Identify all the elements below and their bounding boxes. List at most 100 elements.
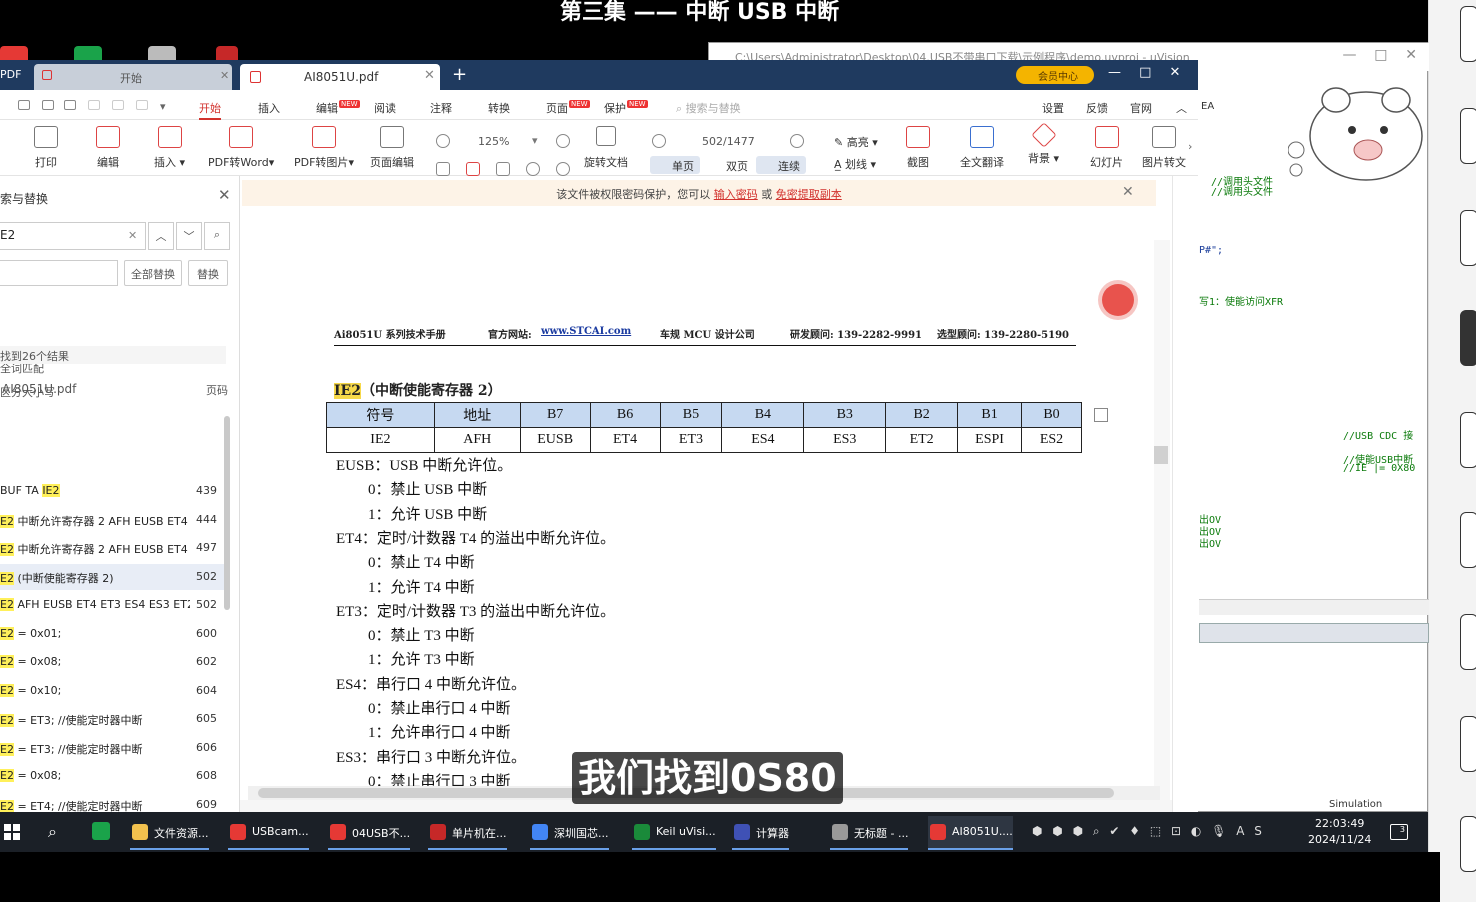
search-result-item[interactable]: E2 AFH EUSB ET4 ET3 ES4 ES3 ET2 502 [0,592,226,618]
search-result-item[interactable]: E2 = ET3; //使能定时器中断 605 [0,706,226,732]
pdf-to-image-button[interactable]: PDF转图片▾ [294,126,354,170]
uvision-window-controls[interactable]: — □ ✕ [1342,47,1417,63]
quick-access-dropdown-icon[interactable]: ▾ [160,100,166,113]
clear-search-icon[interactable]: ✕ [128,229,137,242]
fit-width-icon[interactable] [436,162,450,176]
close-icon[interactable]: ✕ [218,186,231,204]
menu-convert[interactable]: 转换 [488,100,510,116]
taskbar-app-button[interactable]: 深圳国芯... [530,816,609,850]
side-panel-item[interactable] [1460,6,1476,62]
search-result-item[interactable]: E2 = 0x08; 608 [0,763,226,789]
prev-result-chevron-up-icon[interactable]: ︿ [148,222,174,250]
undo-icon[interactable] [88,100,100,110]
save-icon[interactable] [42,100,54,110]
side-panel-item[interactable] [1460,512,1476,568]
menu-feedback[interactable]: 反馈 [1086,100,1108,116]
full-translate-button[interactable]: 全文翻译 [960,126,1004,170]
menu-edit[interactable]: 编辑 NEW [316,100,360,116]
vip-center-button[interactable]: 会员中心 [1016,66,1094,84]
search-input[interactable]: E2 [0,222,146,250]
enter-password-link[interactable]: 输入密码 [714,188,758,201]
extract-copy-link[interactable]: 免密提取副本 [776,188,842,201]
search-command-input[interactable]: ⌕ 搜索与替换 [676,100,741,116]
menu-website[interactable]: 官网 [1130,100,1152,116]
menu-protect[interactable]: 保护 NEW [604,100,648,116]
search-result-item[interactable]: E2 = 0x10; 604 [0,678,226,704]
single-page-view-button[interactable]: 单页 [650,156,700,174]
print-icon[interactable] [64,100,76,110]
side-panel-item[interactable] [1460,412,1476,468]
pdf-to-word-button[interactable]: PDF转Word▾ [208,126,274,170]
menu-start[interactable]: 开始 [199,100,221,120]
search-icon[interactable]: ⌕ [204,222,230,250]
tab-document[interactable]: AI8051U.pdf ✕ [240,64,440,90]
rotate-document-button[interactable]: 旋转文档 [584,126,628,170]
highlight-button[interactable]: ✎ 高亮 ▾ [834,134,878,150]
results-scrollbar[interactable] [224,416,230,610]
prev-page-icon[interactable] [652,134,666,148]
window-controls[interactable]: — □ ✕ [1108,65,1180,80]
zoom-in-icon[interactable] [556,134,570,148]
image-to-text-button[interactable]: 图片转文 [1142,126,1186,170]
next-page-icon[interactable] [790,134,804,148]
taskbar-app-button[interactable]: 无标题 - ... [830,816,909,850]
taskbar-app-button[interactable]: 04USB不... [328,816,411,850]
next-result-chevron-down-icon[interactable]: ﹀ [176,222,202,250]
search-result-item[interactable]: E2 = ET3; //使能定时器中断 606 [0,735,226,761]
search-result-item[interactable]: E2 中断允许寄存器 2 AFH EUSB ET4 I 444 [0,507,226,533]
refresh-icon[interactable] [136,100,148,110]
notification-center-icon[interactable]: 3 [1390,824,1408,840]
taskbar-app-button[interactable]: USBcam... [228,816,309,850]
taskbar-app-button[interactable]: 文件资源... [130,816,209,850]
tab-close-icon[interactable]: ✕ [424,68,435,83]
rotate-right-icon[interactable] [556,162,570,176]
insert-button[interactable]: 插入 ▾ [154,126,185,170]
replace-input[interactable] [0,260,118,286]
taskbar-wechat-icon[interactable] [92,822,110,840]
strikethrough-button[interactable]: A̲ 划线 ▾ [834,156,876,172]
document-vscrollbar[interactable] [1154,240,1170,830]
taskbar-clock[interactable]: 22:03:49 2024/11/24 [1308,816,1371,848]
taskbar-app-button[interactable]: 计算器 [732,816,789,850]
uvision-hscrollbar[interactable] [1199,599,1429,615]
open-folder-icon[interactable] [18,100,30,110]
replace-button[interactable]: 替换 [188,260,228,286]
continuous-view-button[interactable]: 连续 [756,156,806,174]
tab-home[interactable]: 开始 ✕ [34,64,232,90]
menu-page[interactable]: 页面 NEW [546,100,590,116]
taskbar-app-button[interactable]: AI8051U.... [928,816,1013,850]
search-result-item[interactable]: E2 = 0x08; 602 [0,649,226,675]
pdf-reader-window[interactable]: PDF 开始 ✕ AI8051U.pdf ✕ + 会员中心 — □ ✕ ▾ 开始… [0,60,1198,868]
side-panel-item[interactable] [1460,816,1476,872]
menu-annotate[interactable]: 注释 [430,100,452,116]
redo-icon[interactable] [112,100,124,110]
edit-button[interactable]: 编辑 [96,126,120,170]
side-panel-item[interactable] [1460,614,1476,670]
side-panel-item[interactable] [1460,716,1476,772]
toolbar-more-chevron-icon[interactable]: › [1188,140,1192,153]
actual-size-icon[interactable] [496,162,510,176]
windows-start-icon[interactable] [4,824,20,840]
floating-assistant-button[interactable] [1102,284,1134,316]
side-panel-item[interactable] [1460,210,1476,266]
tab-close-icon[interactable]: ✕ [220,69,229,82]
search-result-item[interactable]: E2 中断允许寄存器 2 AFH EUSB ET4 I 497 [0,535,226,561]
system-tray-icons[interactable]: ⬢ ⬢ ⬢ ⌕ ✔ ♦ ⬚ ⊡ ◐ 🎙 A S [1032,824,1265,839]
background-button[interactable]: 背景 ▾ [1028,122,1059,166]
taskbar-app-button[interactable]: 单片机在... [428,816,507,850]
search-result-item[interactable]: BUF TA IE2 439 [0,478,226,504]
double-page-view-button[interactable]: 双页 [704,156,754,174]
uvision-panel-bar[interactable] [1199,623,1429,643]
new-tab-plus-icon[interactable]: + [452,64,467,85]
zoom-out-icon[interactable] [436,134,450,148]
screenshot-button[interactable]: 截图 [906,126,930,170]
page-edit-button[interactable]: 页面编辑 [370,126,414,170]
collapse-ribbon-chevron-up-icon[interactable]: ︿ [1176,100,1187,116]
zoom-dropdown-icon[interactable]: ▾ [532,134,538,147]
menu-insert[interactable]: 插入 [258,100,280,116]
side-panel-item[interactable] [1460,108,1476,164]
taskbar-search-icon[interactable]: ⌕ [48,822,57,842]
page-number-field[interactable]: 502/1477 [676,132,786,152]
print-button[interactable]: 打印 [34,126,58,170]
fit-page-icon[interactable] [466,162,480,176]
